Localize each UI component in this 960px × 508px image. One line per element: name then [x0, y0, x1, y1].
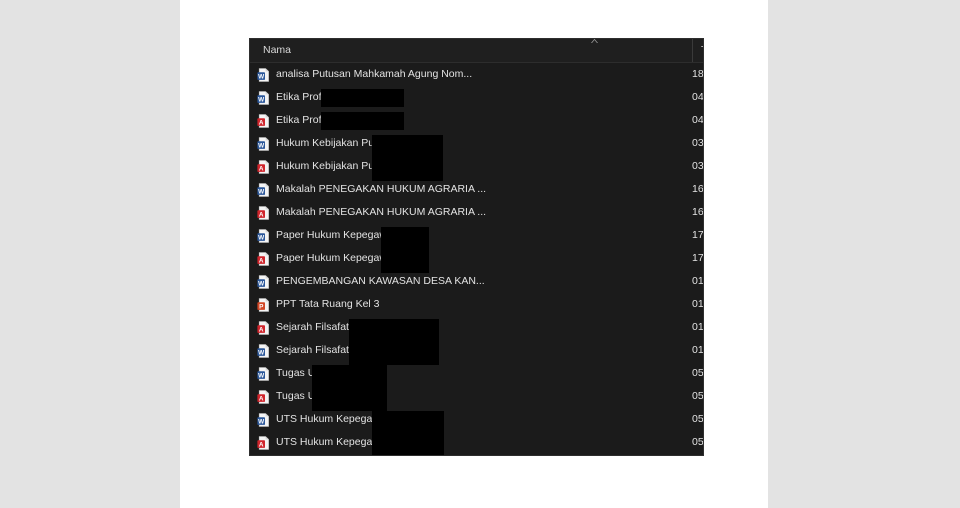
- table-row[interactable]: AUTS Hukum Kepegawaian05/11/2022 14.00Ad…: [250, 431, 703, 454]
- svg-text:W: W: [258, 188, 265, 195]
- table-row[interactable]: AEtika Profesi -04/11/2022 04.35Adobe Ac…: [250, 109, 703, 132]
- redaction-paper-kepegawaian: [381, 227, 429, 273]
- pdf-file-icon: A: [257, 114, 270, 128]
- table-row[interactable]: W Sejarah Filsafat Hukum - 01/11/2022 19.1…: [250, 339, 703, 362]
- svg-text:W: W: [258, 418, 265, 425]
- table-row[interactable]: W Makalah PENEGAKAN HUKUM AGRARIA ... 16/1…: [250, 178, 703, 201]
- pdf-file-icon: A: [257, 206, 270, 220]
- word-file-icon: W: [257, 183, 270, 197]
- svg-text:A: A: [259, 441, 264, 448]
- file-date-cell: 03/11/2022 06.19: [692, 137, 704, 149]
- file-name-cell: Hukum Kebijakan Publik -: [276, 137, 397, 149]
- file-explorer-window: Nama Tanggal diubah Jenis Ukuran Wanalis…: [249, 38, 704, 456]
- file-name-cell: UTS Hukum Kepegawaian: [276, 413, 400, 425]
- file-date-cell: 04/11/2022 04.35: [692, 114, 704, 126]
- table-row[interactable]: PPPT Tata Ruang Kel 301/07/2022 15.22Pre…: [250, 293, 703, 316]
- file-date-cell: 18/11/2022 07.12: [692, 68, 704, 80]
- file-date-cell: 05/11/2022 06.26: [692, 367, 704, 379]
- file-date-cell: 03/11/2022 06.19: [692, 160, 704, 172]
- page-root: Nama Tanggal diubah Jenis Ukuran Wanalis…: [0, 0, 960, 508]
- table-row[interactable]: W PENGEMBANGAN KAWASAN DESA KAN... 01/07/2…: [250, 270, 703, 293]
- redaction-hukum-kebijakan: [372, 135, 443, 181]
- redaction-etika-profesi-pdf: [321, 112, 404, 130]
- file-name-cell: UTS Hukum Kepegawaian: [276, 436, 400, 448]
- redaction-tugas-uts: [312, 365, 387, 411]
- svg-text:W: W: [258, 73, 265, 80]
- word-file-icon: W: [257, 68, 270, 82]
- svg-text:A: A: [259, 395, 264, 402]
- word-file-icon: W: [257, 344, 270, 358]
- pdf-file-icon: A: [257, 436, 270, 450]
- column-header-tanggal-diubah[interactable]: Tanggal diubah: [692, 39, 703, 62]
- table-row[interactable]: WUTS Hukum Kepegawaian05/11/2022 14.01Do…: [250, 408, 703, 431]
- word-file-icon: W: [257, 137, 270, 151]
- pdf-file-icon: A: [257, 390, 270, 404]
- table-row[interactable]: WEtika Profesi -04/11/2022 04.34Dokumen …: [250, 86, 703, 109]
- svg-text:W: W: [258, 349, 265, 356]
- redaction-etika-profesi-docx: [321, 89, 404, 107]
- word-file-icon: W: [257, 413, 270, 427]
- file-date-cell: 17/12/2022 09.56: [692, 229, 704, 241]
- pdf-file-icon: A: [257, 252, 270, 266]
- file-date-cell: 01/07/2022 15.22: [692, 298, 704, 310]
- table-row[interactable]: W Hukum Kebijakan Publik - 03/11/2022 06.1…: [250, 132, 703, 155]
- svg-text:P: P: [259, 303, 264, 310]
- file-date-cell: 01/11/2022 19.12: [692, 321, 704, 333]
- file-name-cell: PPT Tata Ruang Kel 3: [276, 298, 380, 310]
- file-date-cell: 05/11/2022 14.01: [692, 413, 704, 425]
- svg-text:A: A: [259, 165, 264, 172]
- table-row[interactable]: W Paper Hukum Kepegawaian - 17/12/2022 09.…: [250, 224, 703, 247]
- file-name-cell: Paper Hukum Kepegawaian -: [276, 229, 414, 241]
- file-date-cell: 05/11/2022 06.26: [692, 390, 704, 402]
- file-date-cell: 01/07/2022 15.22: [692, 275, 704, 287]
- file-date-cell: 05/11/2022 14.00: [692, 436, 704, 448]
- file-date-cell: 04/11/2022 04.34: [692, 91, 704, 103]
- file-name-cell: analisa Putusan Mahkamah Agung Nom...: [276, 68, 473, 80]
- svg-text:W: W: [258, 96, 265, 103]
- svg-text:W: W: [258, 372, 265, 379]
- file-name-cell: Hukum Kebijakan Publik -: [276, 160, 397, 172]
- pdf-file-icon: A: [257, 160, 270, 174]
- file-name-cell: Makalah PENEGAKAN HUKUM AGRARIA ...: [276, 183, 487, 195]
- powerpoint-file-icon: P: [257, 298, 270, 312]
- file-name-cell: Sejarah Filsafat Hukum I: [276, 321, 391, 333]
- file-date-cell: 17/12/2022 09.56: [692, 252, 704, 264]
- svg-text:W: W: [258, 280, 265, 287]
- svg-text:A: A: [259, 211, 264, 218]
- sort-ascending-icon[interactable]: [590, 39, 599, 44]
- file-name-cell: Paper Hukum Kepegawaian -: [276, 252, 414, 264]
- table-row[interactable]: A Hukum Kebijakan Publik - 03/11/2022 06.1…: [250, 155, 703, 178]
- column-header-row: Nama Tanggal diubah Jenis Ukuran: [250, 39, 703, 63]
- file-name-cell: Makalah PENEGAKAN HUKUM AGRARIA ...: [276, 206, 487, 218]
- redaction-sejarah-filsafat: [349, 319, 439, 365]
- redaction-uts-kepegawaian: [372, 411, 444, 455]
- svg-text:W: W: [258, 234, 265, 241]
- file-date-cell: 01/11/2022 19.11: [692, 344, 704, 356]
- list-bottom-edge: [250, 452, 703, 455]
- word-file-icon: W: [257, 367, 270, 381]
- table-row[interactable]: Wanalisa Putusan Mahkamah Agung Nom... 18…: [250, 63, 703, 86]
- table-row[interactable]: A Sejarah Filsafat Hukum I 01/11/2022 19.1…: [250, 316, 703, 339]
- column-header-nama[interactable]: Nama: [258, 39, 440, 62]
- file-date-cell: 16/11/2022 18.44: [692, 183, 704, 195]
- table-row[interactable]: A Paper Hukum Kepegawaian - 17/12/2022 09.…: [250, 247, 703, 270]
- svg-text:W: W: [258, 142, 265, 149]
- word-file-icon: W: [257, 229, 270, 243]
- word-file-icon: W: [257, 275, 270, 289]
- svg-text:A: A: [259, 326, 264, 333]
- svg-text:A: A: [259, 119, 264, 126]
- table-row[interactable]: A Makalah PENEGAKAN HUKUM AGRARIA ... 16/1…: [250, 201, 703, 224]
- file-date-cell: 16/11/2022 18.45: [692, 206, 704, 218]
- pdf-file-icon: A: [257, 321, 270, 335]
- file-name-cell: PENGEMBANGAN KAWASAN DESA KAN...: [276, 275, 485, 287]
- word-file-icon: W: [257, 91, 270, 105]
- file-name-cell: Sejarah Filsafat Hukum -: [276, 344, 392, 356]
- svg-text:A: A: [259, 257, 264, 264]
